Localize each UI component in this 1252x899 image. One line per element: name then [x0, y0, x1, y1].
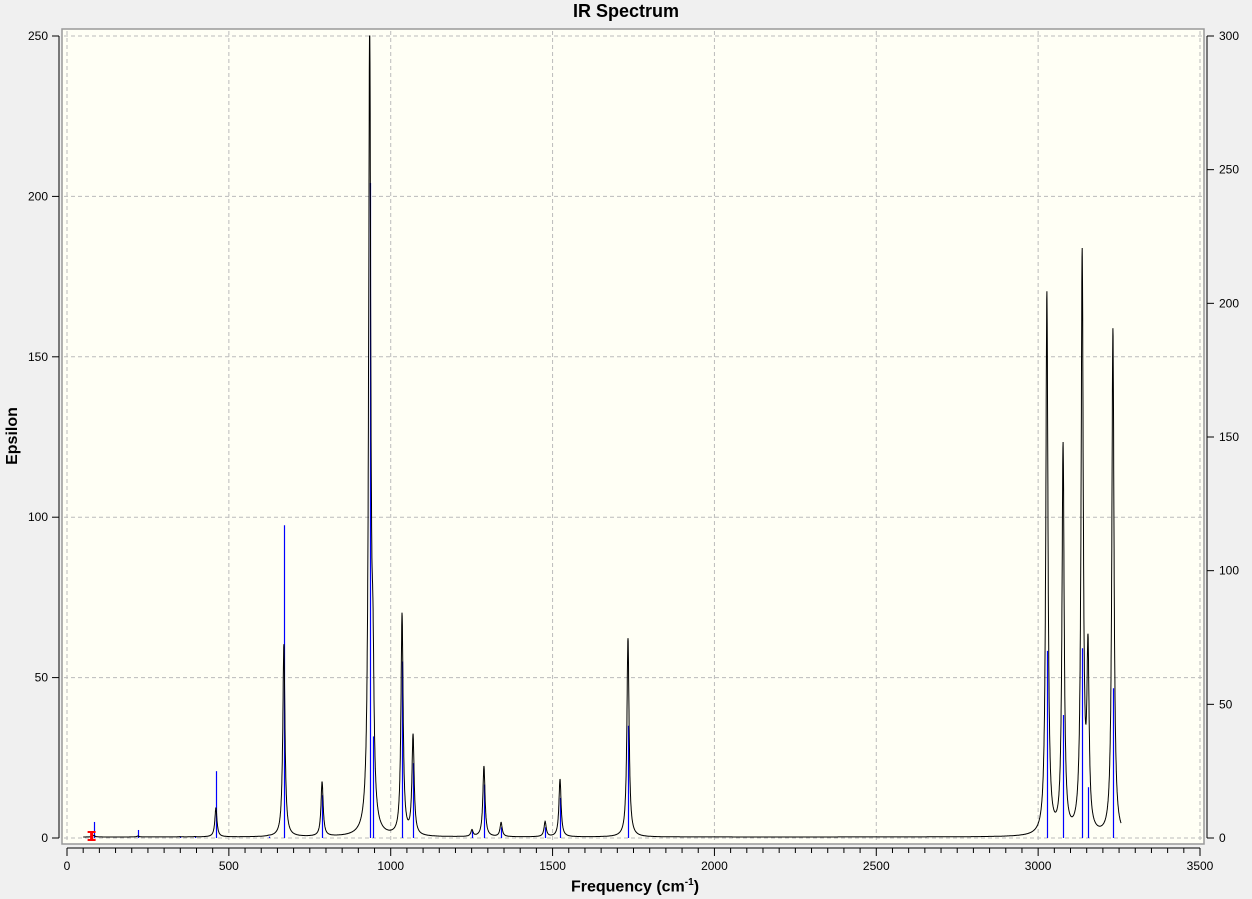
x-tick-label: 500	[219, 859, 239, 873]
y2-tick-label: 50	[1219, 697, 1233, 711]
y-tick-label: 50	[35, 671, 49, 685]
x-tick-label: 2000	[701, 859, 728, 873]
y-tick-label: 100	[28, 510, 48, 524]
y2-tick-label: 100	[1219, 564, 1239, 578]
ir-spectrum-chart: 0501001502002500501001502002503000 500 100…	[28, 28, 1239, 873]
marker-top[interactable]	[87, 831, 96, 833]
marker-bottom[interactable]	[87, 839, 96, 841]
x-tick-label: 3000	[1025, 859, 1052, 873]
y-tick-label: 200	[28, 189, 48, 203]
y2-tick-label: 250	[1219, 163, 1239, 177]
y2-tick-label: 0	[1219, 831, 1226, 845]
y-tick-label: 150	[28, 350, 48, 364]
y-tick-label: 250	[28, 29, 48, 43]
y2-tick-label: 200	[1219, 296, 1239, 310]
x-tick-label: 1000	[377, 859, 404, 873]
x-tick-label: 3500	[1187, 859, 1214, 873]
y2-tick-label: 300	[1219, 29, 1239, 43]
x-tick-label: 1500	[539, 859, 566, 873]
y-tick-label: 0	[41, 831, 48, 845]
x-tick-label: 2500	[863, 859, 890, 873]
y2-tick-label: 150	[1219, 430, 1239, 444]
plot-area	[61, 28, 1205, 845]
x-tick-label: 0	[64, 859, 71, 873]
